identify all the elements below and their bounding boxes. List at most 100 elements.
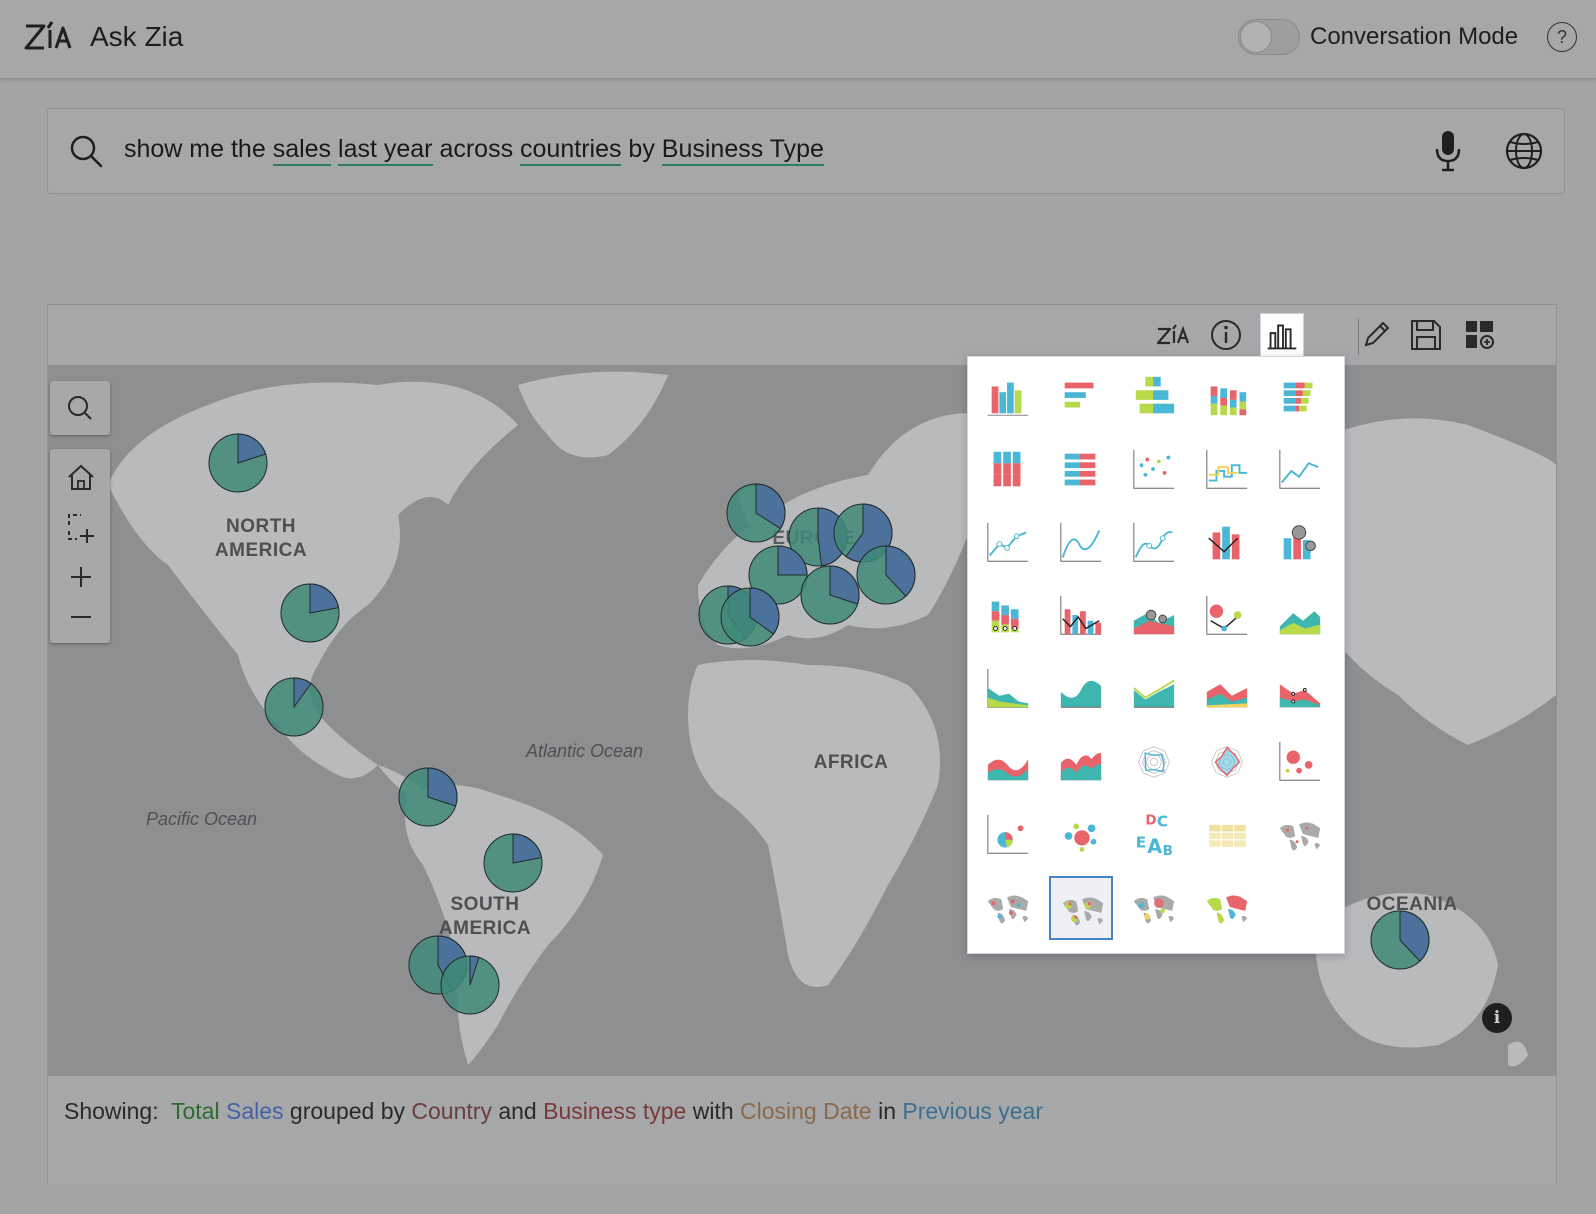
- chart-type-option[interactable]: [1268, 365, 1332, 429]
- app-title: Ask Zia: [90, 21, 184, 52]
- percent-stacked-horizontal-bar-icon: [1064, 453, 1096, 486]
- conversation-mode-toggle[interactable]: [1238, 19, 1300, 55]
- microphone-icon[interactable]: [1432, 129, 1464, 173]
- chart-type-option[interactable]: [1268, 584, 1332, 648]
- zia-insights-icon[interactable]: [1152, 313, 1196, 357]
- query-entity-token[interactable]: last year: [338, 135, 433, 166]
- chart-type-option[interactable]: DCEAB: [1122, 803, 1186, 867]
- bubble-chart-icon: [1279, 741, 1321, 781]
- chart-type-option[interactable]: [1268, 730, 1332, 794]
- chart-type-option[interactable]: [1195, 365, 1259, 429]
- summary-part: Business type: [543, 1098, 687, 1124]
- pie-marker[interactable]: [725, 482, 787, 544]
- zoom-out-icon[interactable]: [51, 595, 109, 639]
- area-chart-icon: [1279, 611, 1321, 635]
- chart-type-option[interactable]: [1122, 584, 1186, 648]
- svg-text:E: E: [1136, 833, 1147, 851]
- chart-type-option[interactable]: [1122, 365, 1186, 429]
- packed-bubble-chart-icon: [1064, 823, 1097, 852]
- pie-marker[interactable]: [397, 766, 459, 828]
- chart-type-option[interactable]: [976, 584, 1040, 648]
- chart-type-option[interactable]: [1268, 438, 1332, 502]
- ocean-label-atlantic: Atlantic Ocean: [526, 741, 644, 761]
- home-icon[interactable]: [51, 455, 109, 499]
- help-icon[interactable]: ?: [1547, 22, 1577, 52]
- chart-type-option[interactable]: [1195, 584, 1259, 648]
- smooth-line-chart-icon: [1060, 522, 1102, 562]
- geo-map-scatter-icon: [987, 895, 1029, 924]
- summary-part: Previous year: [902, 1098, 1043, 1124]
- pie-marker[interactable]: [799, 564, 861, 626]
- query-bar[interactable]: show me the sales last year across count…: [47, 108, 1565, 194]
- chart-type-option[interactable]: [1195, 803, 1259, 867]
- pie-marker[interactable]: [719, 586, 781, 648]
- line-chart-icon: [1279, 449, 1321, 489]
- chart-type-option[interactable]: [1195, 730, 1259, 794]
- chart-type-option[interactable]: [1268, 657, 1332, 721]
- chart-type-option[interactable]: [976, 657, 1040, 721]
- chart-type-option[interactable]: [1049, 657, 1113, 721]
- pie-marker[interactable]: [439, 954, 501, 1016]
- step-line-chart-icon: [1206, 449, 1248, 489]
- region-label-north-america: NORTH AMERICA: [214, 516, 308, 561]
- chart-type-option[interactable]: [1049, 365, 1113, 429]
- chart-type-icon[interactable]: [1260, 313, 1304, 359]
- summary-part: Total: [171, 1098, 220, 1124]
- info-icon[interactable]: [1204, 313, 1248, 357]
- zoom-in-icon[interactable]: [51, 555, 109, 599]
- query-entity-token[interactable]: countries: [520, 135, 622, 166]
- chart-type-option[interactable]: [976, 730, 1040, 794]
- stacked-area-markers-icon: [1279, 684, 1321, 708]
- result-summary: Showing: Total Sales grouped by Country …: [48, 1075, 1556, 1184]
- area-markers-icon: [987, 668, 1029, 708]
- chart-type-option[interactable]: [1049, 803, 1113, 867]
- chart-type-option[interactable]: [1049, 876, 1113, 940]
- stacked-horizontal-bar-icon: [1283, 382, 1313, 412]
- pie-marker[interactable]: [1369, 909, 1431, 971]
- save-icon[interactable]: [1404, 313, 1448, 357]
- query-entity-token[interactable]: Business Type: [661, 135, 824, 166]
- chart-type-option[interactable]: [976, 876, 1040, 940]
- chart-type-option[interactable]: [976, 438, 1040, 502]
- pie-marker[interactable]: [207, 432, 269, 494]
- chart-type-option[interactable]: [976, 511, 1040, 575]
- chart-type-option[interactable]: [1122, 511, 1186, 575]
- chart-type-option[interactable]: [1122, 438, 1186, 502]
- area-line-icon: [1133, 679, 1175, 708]
- percent-stacked-bar-icon: [993, 451, 1021, 487]
- chart-type-option[interactable]: [1122, 657, 1186, 721]
- chart-type-option[interactable]: [1195, 438, 1259, 502]
- area-bubble-combo-icon: [1133, 609, 1175, 635]
- chart-type-option[interactable]: [1268, 803, 1332, 867]
- pie-marker[interactable]: [263, 676, 325, 738]
- pie-marker[interactable]: [855, 544, 917, 606]
- chart-type-option[interactable]: [1049, 584, 1113, 648]
- add-to-dashboard-icon[interactable]: [1458, 313, 1502, 357]
- chart-type-option[interactable]: [1049, 511, 1113, 575]
- stacked-bar-markers-icon: [991, 601, 1019, 633]
- bar-line-combo-2-icon: [1060, 595, 1102, 635]
- chart-type-option[interactable]: [1195, 876, 1259, 940]
- chart-type-option[interactable]: [1049, 730, 1113, 794]
- query-text-segment: [331, 135, 338, 163]
- query-text[interactable]: show me the sales last year across count…: [124, 135, 824, 166]
- pie-marker[interactable]: [279, 582, 341, 644]
- query-entity-token[interactable]: sales: [272, 135, 332, 166]
- summary-part: Sales: [225, 1098, 284, 1124]
- pie-marker[interactable]: [482, 832, 544, 894]
- map-search-icon[interactable]: [51, 386, 109, 430]
- chart-type-option[interactable]: [1268, 511, 1332, 575]
- edit-icon[interactable]: [1354, 313, 1398, 357]
- chart-type-option[interactable]: [976, 803, 1040, 867]
- chart-type-option[interactable]: [1049, 438, 1113, 502]
- showing-text: Showing: Total Sales grouped by Country …: [64, 1098, 1043, 1125]
- filled-web-chart-icon: [1211, 746, 1243, 778]
- chart-type-option[interactable]: [1122, 876, 1186, 940]
- map-info-icon[interactable]: i: [1482, 1003, 1512, 1033]
- chart-type-option[interactable]: [1195, 511, 1259, 575]
- chart-type-option[interactable]: [1122, 730, 1186, 794]
- globe-icon[interactable]: [1504, 131, 1544, 171]
- region-select-icon[interactable]: [51, 505, 109, 549]
- chart-type-option[interactable]: [1195, 657, 1259, 721]
- chart-type-option[interactable]: [976, 365, 1040, 429]
